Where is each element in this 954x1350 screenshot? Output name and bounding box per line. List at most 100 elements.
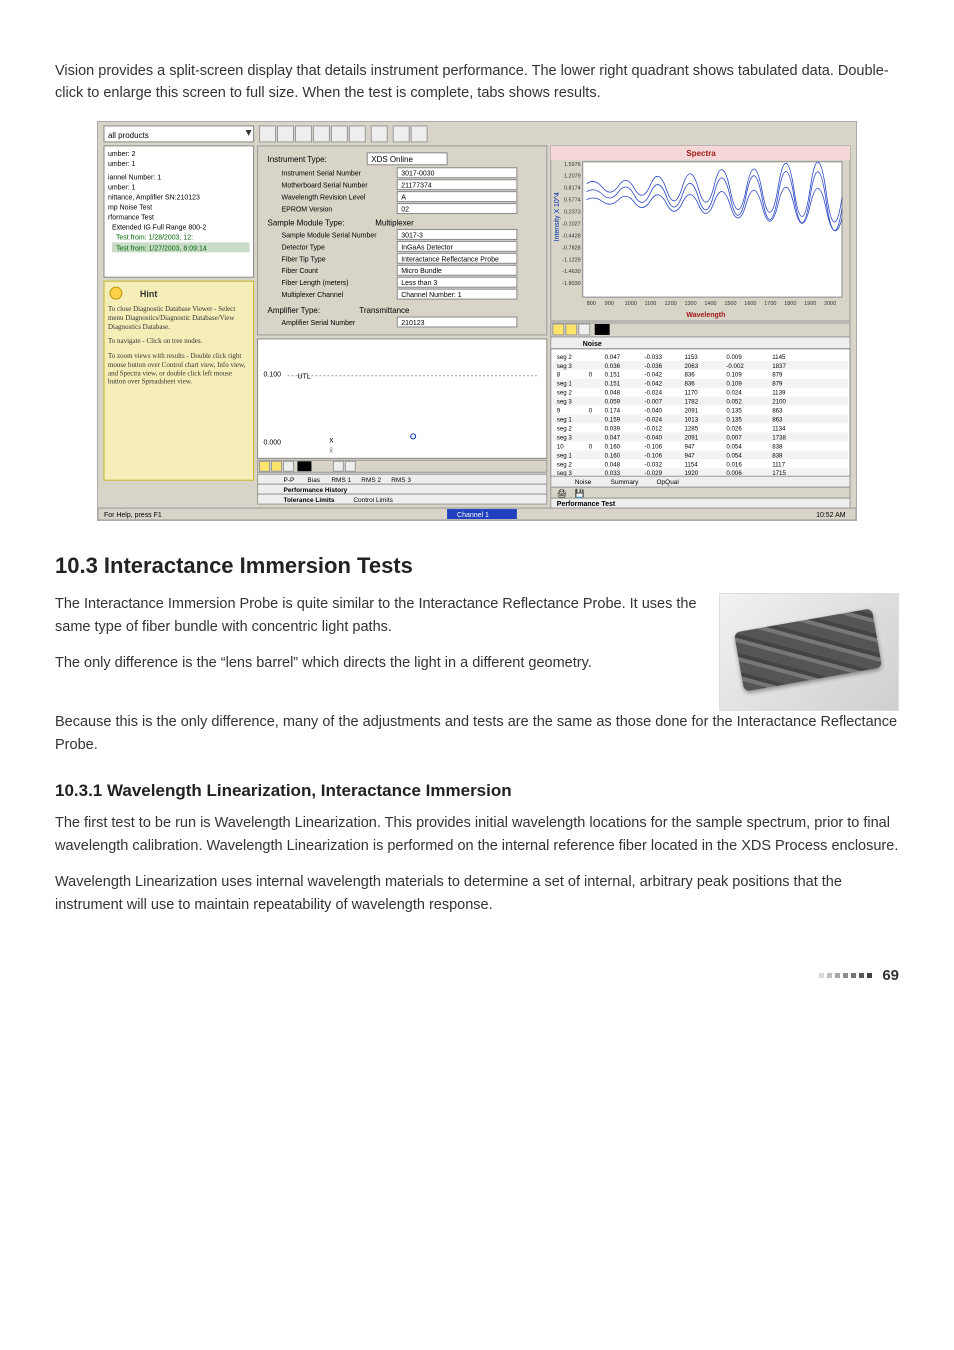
- save-icon[interactable]: 💾: [575, 488, 585, 498]
- svg-text:seg 1: seg 1: [557, 452, 573, 459]
- hint-line: To navigate - Click on tree nodes.: [108, 337, 250, 346]
- svg-text:-0.040: -0.040: [645, 434, 663, 441]
- svg-text:1000: 1000: [625, 301, 637, 307]
- svg-text:umber: 1: umber: 1: [108, 161, 136, 168]
- svg-text:1400: 1400: [704, 301, 716, 307]
- utl-ytick: 0.100: [264, 372, 282, 379]
- svg-text:RMS 1: RMS 1: [331, 477, 351, 484]
- svg-text:863: 863: [772, 407, 783, 414]
- svg-text:0.047: 0.047: [605, 354, 621, 361]
- utl-label: UTL: [297, 374, 310, 381]
- svg-text:-0.033: -0.033: [645, 354, 663, 361]
- svg-text:Multiplexer Channel: Multiplexer Channel: [282, 292, 344, 299]
- svg-text:-0.106: -0.106: [645, 452, 663, 459]
- svg-text:800: 800: [587, 301, 596, 307]
- svg-text:836: 836: [684, 381, 695, 388]
- svg-text:0.151: 0.151: [605, 372, 621, 379]
- svg-text:-0.1027: -0.1027: [562, 221, 581, 227]
- ll-toolbar[interactable]: [258, 460, 547, 472]
- svg-text:1500: 1500: [724, 301, 736, 307]
- svg-text:-0.7828: -0.7828: [562, 245, 581, 251]
- svg-text:1285: 1285: [684, 425, 698, 432]
- svg-text:1170: 1170: [684, 390, 698, 397]
- svg-text:Detector Type: Detector Type: [282, 244, 325, 251]
- info-title: Instrument Type:: [268, 155, 327, 164]
- svg-text:0.052: 0.052: [726, 399, 742, 406]
- svg-text:Extended IG Full Range 800-2: Extended IG Full Range 800-2: [112, 224, 206, 231]
- section-103-title: 10.3 Interactance Immersion Tests: [55, 549, 899, 583]
- perf-tab[interactable]: Performance Test: [557, 501, 616, 508]
- svg-text:1300: 1300: [684, 301, 696, 307]
- svg-text:0.135: 0.135: [726, 416, 742, 423]
- info-value: XDS Online: [371, 155, 413, 164]
- svg-text:-0.012: -0.012: [645, 425, 663, 432]
- svg-text:umber: 2: umber: 2: [108, 151, 136, 158]
- dropdown[interactable]: all products: [108, 131, 149, 140]
- svg-text:1.5976: 1.5976: [564, 162, 581, 168]
- svg-text:2100: 2100: [772, 399, 786, 406]
- hint-line: To close Diagnostic Database Viewer - Se…: [108, 305, 250, 331]
- print-icon[interactable]: 🖨: [557, 489, 567, 498]
- svg-text:1738: 1738: [772, 434, 786, 441]
- svg-text:1013: 1013: [684, 416, 698, 423]
- svg-text:Sample Module Serial Number: Sample Module Serial Number: [282, 232, 378, 239]
- spectra-title: Spectra: [686, 149, 716, 158]
- svg-text:seg 2: seg 2: [557, 354, 573, 361]
- svg-text:1117: 1117: [772, 461, 785, 468]
- app-screenshot: all products umber: 2 umber: 1 iannel Nu…: [97, 121, 857, 521]
- svg-text:-0.032: -0.032: [645, 461, 663, 468]
- svg-text:seg 3: seg 3: [557, 363, 573, 370]
- svg-text:0: 0: [589, 372, 593, 379]
- svg-text:Wavelength Revision Level: Wavelength Revision Level: [282, 195, 366, 202]
- svg-text:2091: 2091: [684, 434, 698, 441]
- amp-row: Amplifier Serial Number: [282, 320, 356, 327]
- svg-text:iannel Number: 1: iannel Number: 1: [108, 175, 161, 182]
- svg-text:0.2373: 0.2373: [564, 209, 581, 215]
- r-toolbar[interactable]: [551, 323, 850, 337]
- svg-text:seg 3: seg 3: [557, 399, 573, 406]
- ll-tabs[interactable]: P-P Bias RMS 1 RMS 2 RMS 3 Performance H…: [258, 474, 547, 504]
- smt-value: Multiplexer: [375, 218, 414, 227]
- footer-dots: [819, 973, 872, 978]
- rtabs[interactable]: Noise Summary OpQual: [575, 479, 679, 486]
- svg-text:1837: 1837: [772, 363, 786, 370]
- svg-text:Channel Number: 1: Channel Number: 1: [401, 292, 462, 299]
- svg-text:8: 8: [557, 372, 561, 379]
- status-center: Channel 1: [457, 512, 489, 519]
- svg-text:0.5774: 0.5774: [564, 198, 581, 204]
- svg-text:seg 1: seg 1: [557, 381, 573, 388]
- svg-text:Interactance Reflectance Probe: Interactance Reflectance Probe: [401, 256, 499, 263]
- svg-text:2063: 2063: [684, 363, 698, 370]
- svg-text:-1.4630: -1.4630: [562, 269, 581, 275]
- svg-text:Less than 3: Less than 3: [401, 280, 437, 287]
- svg-text:A: A: [401, 195, 406, 202]
- svg-text:0.135: 0.135: [726, 407, 742, 414]
- svg-text:Noise: Noise: [575, 479, 592, 486]
- svg-text:0: 0: [589, 443, 593, 450]
- svg-text:mp Noise Test: mp Noise Test: [108, 205, 152, 212]
- svg-text:Micro Bundle: Micro Bundle: [401, 268, 442, 275]
- svg-text:1139: 1139: [772, 390, 786, 397]
- section-103-p1: The Interactance Immersion Probe is quit…: [55, 593, 701, 638]
- svg-text:1782: 1782: [684, 399, 698, 406]
- svg-text:1700: 1700: [764, 301, 776, 307]
- svg-text:10: 10: [557, 443, 564, 450]
- svg-text:OpQual: OpQual: [657, 479, 679, 486]
- probe-photo: [719, 593, 899, 711]
- toolbar[interactable]: [260, 126, 428, 142]
- svg-text:2000: 2000: [824, 301, 836, 307]
- svg-text:947: 947: [684, 452, 695, 459]
- svg-text:0.024: 0.024: [726, 390, 742, 397]
- section-1031-title: 10.3.1 Wavelength Linearization, Interac…: [55, 778, 899, 804]
- svg-text:1145: 1145: [772, 354, 786, 361]
- utl-ytick0: 0.000: [264, 439, 282, 446]
- svg-text:879: 879: [772, 381, 783, 388]
- svg-text:-0.002: -0.002: [726, 363, 744, 370]
- svg-text:1600: 1600: [744, 301, 756, 307]
- noise-tab[interactable]: Noise: [583, 341, 602, 348]
- svg-text:0.039: 0.039: [605, 425, 621, 432]
- svg-text:Instrument Serial Number: Instrument Serial Number: [282, 171, 362, 178]
- svg-text:900: 900: [605, 301, 614, 307]
- svg-text:0.059: 0.059: [605, 399, 621, 406]
- svg-text:Control Limits: Control Limits: [353, 497, 393, 504]
